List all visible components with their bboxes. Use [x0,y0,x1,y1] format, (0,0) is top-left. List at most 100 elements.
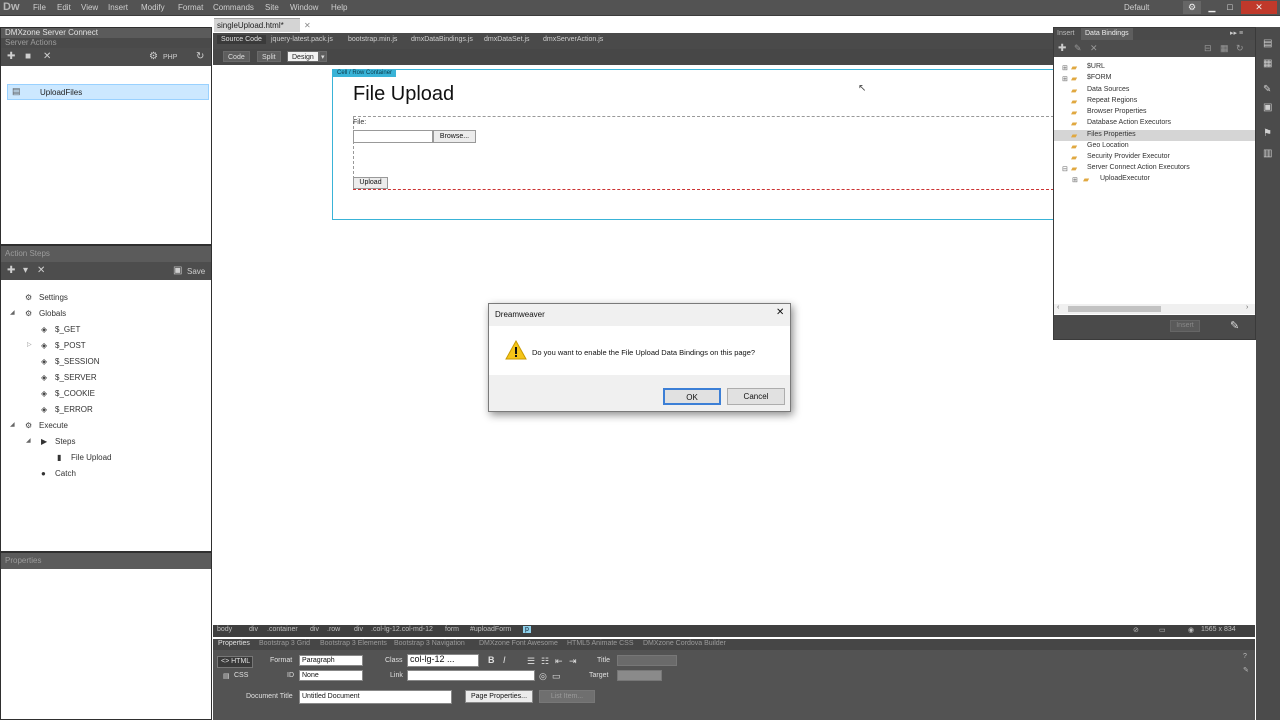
scroll-left-icon[interactable]: ‹ [1057,304,1059,311]
split-view-button[interactable]: Split [257,51,281,62]
edit-binding-icon[interactable]: ✎ [1074,43,1082,54]
add-icon[interactable]: ✚ [7,52,15,62]
related-file-databindings[interactable]: dmxDataBindings.js [411,36,473,43]
html-mode-button[interactable]: <> HTML [217,656,253,668]
tag-div[interactable]: div [354,626,363,633]
scrollbar-thumb[interactable] [1068,306,1161,312]
tag-body[interactable]: body [217,626,232,633]
tag-col[interactable]: .col-lg-12.col-md-12 [371,626,433,633]
dialog-close-icon[interactable]: ✕ [776,307,784,318]
behaviors-icon[interactable]: ▥ [1263,149,1272,159]
css-mode-button[interactable]: CSS [234,672,248,679]
assets-icon[interactable]: ▦ [1263,59,1272,69]
binding-browser-properties[interactable]: Browser Properties [1087,108,1147,115]
delete-icon[interactable]: ✕ [43,52,51,62]
tab-properties[interactable]: Properties [218,640,250,647]
tree-file-upload[interactable]: File Upload [71,453,111,462]
collapse-icon[interactable]: ◢ [10,421,15,428]
upload-button[interactable]: Upload [353,177,388,189]
tree-session[interactable]: $_SESSION [55,357,99,366]
related-file-serveraction[interactable]: dmxServerAction.js [543,36,603,43]
save-button[interactable]: Save [187,267,205,277]
tab-insert[interactable]: Insert [1057,30,1075,37]
horizontal-scrollbar[interactable]: ‹ › [1054,304,1255,314]
italic-icon[interactable]: I [503,655,506,665]
move-icon[interactable]: ▾ [23,266,28,276]
close-tab-icon[interactable]: ✕ [304,21,311,30]
panel-menu-icon[interactable]: ▸▸ ≡ [1230,29,1243,37]
menu-site[interactable]: Site [265,3,279,12]
grid-icon[interactable]: ▦ [1220,43,1229,54]
zoom-icon[interactable]: ◉ [1188,626,1194,634]
tag-row[interactable]: .row [327,626,340,633]
related-file-jquery[interactable]: jquery-latest.pack.js [271,36,333,43]
binding-data-sources[interactable]: Data Sources [1087,86,1129,93]
link-input[interactable] [407,670,535,681]
css-designer-icon[interactable]: ▣ [1263,103,1272,113]
tree-server[interactable]: $_SERVER [55,373,97,382]
binding-files-properties[interactable]: Files Properties [1087,131,1136,138]
save-icon[interactable]: ▣ [173,266,182,276]
tab-data-bindings[interactable]: Data Bindings [1081,28,1133,40]
binding-security-provider[interactable]: Security Provider Executor [1087,153,1170,160]
binding-upload-executor[interactable]: UploadExecutor [1100,175,1150,182]
view-dropdown-icon[interactable]: ▾ [319,51,327,62]
tag-form[interactable]: form [445,626,459,633]
browse-folder-icon[interactable]: ▭ [552,671,561,682]
tab-cordova-builder[interactable]: DMXzone Cordova Builder [643,640,726,647]
magic-wand-icon[interactable]: ✎ [1230,319,1239,332]
ok-button[interactable]: OK [663,388,721,405]
menu-format[interactable]: Format [178,3,203,12]
expand-icon[interactable]: ▷ [27,341,32,348]
tree-settings[interactable]: Settings [39,293,68,302]
folder-icon[interactable]: ■ [25,52,31,62]
sync-icon[interactable]: ⚙ [1183,1,1201,14]
target-select[interactable] [617,670,662,681]
minimize-icon[interactable]: ▁ [1203,1,1221,14]
insert-binding-button[interactable]: Insert [1170,320,1200,332]
tab-animate-css[interactable]: HTML5 Animate CSS [567,640,634,647]
document-tab[interactable]: singleUpload.html* [214,18,300,32]
menu-view[interactable]: View [81,3,98,12]
language-select[interactable]: PHP [163,53,177,63]
menu-insert[interactable]: Insert [108,3,128,12]
design-view-button[interactable]: Design [287,51,319,62]
scroll-right-icon[interactable]: › [1246,304,1248,311]
browse-button[interactable]: Browse... [433,130,476,143]
menu-modify[interactable]: Modify [141,3,165,12]
device-icon[interactable]: ▭ [1159,626,1166,634]
collapse-icon[interactable]: ⊟ [1062,165,1068,173]
bold-icon[interactable]: B [488,655,495,665]
menu-window[interactable]: Window [290,3,318,12]
title-input[interactable] [617,655,677,666]
add-binding-icon[interactable]: ✚ [1058,43,1066,54]
maximize-icon[interactable]: □ [1221,1,1239,14]
menu-commands[interactable]: Commands [213,3,254,12]
tab-bootstrap-elements[interactable]: Bootstrap 3 Elements [320,640,387,647]
menu-file[interactable]: File [33,3,46,12]
collapse-icon[interactable]: ◢ [10,309,15,316]
window-size[interactable]: 1565 x 834 [1201,626,1236,633]
menu-help[interactable]: Help [331,3,347,12]
refresh-icon[interactable]: ↻ [196,52,204,62]
collapse-icon[interactable]: ◢ [26,437,31,444]
binding-database-action-executors[interactable]: Database Action Executors [1087,119,1171,126]
page-heading[interactable]: File Upload [353,83,454,106]
menu-edit[interactable]: Edit [57,3,71,12]
code-view-button[interactable]: Code [223,51,250,62]
remove-step-icon[interactable]: ✕ [37,266,45,276]
tree-execute[interactable]: Execute [39,421,68,430]
gear-icon[interactable]: ⚙ [149,52,158,62]
tree-error[interactable]: $_ERROR [55,405,93,414]
tree-get[interactable]: $_GET [55,325,80,334]
tag-p[interactable]: p [523,626,531,633]
tag-container[interactable]: .container [267,626,298,633]
expand-icon[interactable]: ⊞ [1072,176,1078,184]
tag-upload-form[interactable]: #uploadForm [470,626,511,633]
indent-icon[interactable]: ⇥ [569,656,577,667]
ordered-list-icon[interactable]: ☷ [541,656,549,667]
binding-server-connect-executors[interactable]: Server Connect Action Executors [1087,164,1190,171]
tree-cookie[interactable]: $_COOKIE [55,389,95,398]
tab-bootstrap-grid[interactable]: Bootstrap 3 Grid [259,640,310,647]
binding-url[interactable]: $URL [1087,63,1105,70]
